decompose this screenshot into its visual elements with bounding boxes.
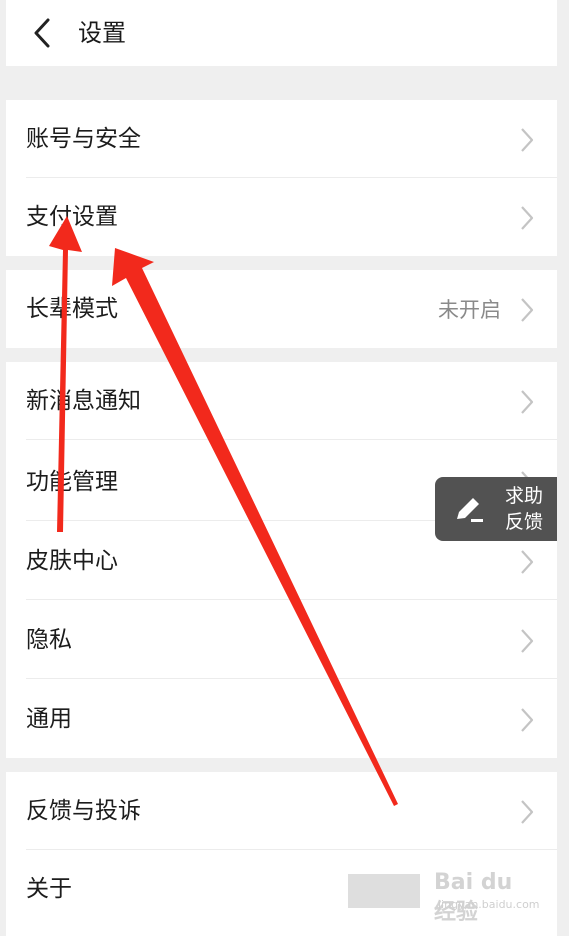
settings-item-label: 通用 [26, 706, 72, 732]
feedback-label: 反馈 [504, 511, 543, 533]
settings-item-label: 长辈模式 [26, 296, 118, 322]
settings-item-payment[interactable]: 支付设置 [6, 178, 557, 256]
settings-item-notifications[interactable]: 新消息通知 [6, 362, 557, 440]
chevron-right-icon [521, 298, 534, 322]
settings-item-value: 未开启 [438, 298, 501, 322]
settings-item-elder-mode[interactable]: 长辈模式 未开启 [6, 270, 557, 348]
help-label: 求助 [504, 485, 543, 507]
settings-item-privacy[interactable]: 隐私 [6, 601, 557, 679]
divider [26, 599, 557, 600]
chevron-right-icon [521, 206, 534, 230]
settings-group-account: 账号与安全 支付设置 [6, 100, 557, 256]
settings-item-label: 关于 [26, 876, 72, 902]
help-feedback-label: 求助 反馈 [499, 483, 549, 535]
settings-screen: 设置 账号与安全 支付设置 长辈模式 未开启 新消息通知 功能管理 皮肤中心 隐… [6, 0, 557, 936]
settings-item-label: 功能管理 [26, 469, 118, 495]
page-title: 设置 [78, 19, 126, 47]
settings-item-label: 反馈与投诉 [26, 798, 141, 824]
settings-item-label: 支付设置 [26, 204, 118, 230]
watermark-url: jingyan.baidu.com [438, 898, 540, 911]
settings-item-account-security[interactable]: 账号与安全 [6, 100, 557, 178]
help-feedback-button[interactable]: 求助 反馈 [435, 477, 557, 541]
chevron-right-icon [521, 550, 534, 574]
watermark: Bai du 经验 jingyan.baidu.com [348, 868, 540, 925]
divider [26, 439, 557, 440]
edit-pencil-icon [457, 498, 483, 522]
chevron-right-icon [521, 128, 534, 152]
blurred-region [348, 874, 420, 908]
chevron-left-icon[interactable] [28, 16, 58, 50]
settings-item-general[interactable]: 通用 [6, 680, 557, 758]
divider [26, 678, 557, 679]
settings-item-label: 新消息通知 [26, 388, 141, 414]
settings-group-elder: 长辈模式 未开启 [6, 270, 557, 348]
top-bar: 设置 [6, 0, 557, 66]
settings-item-label: 皮肤中心 [26, 548, 118, 574]
chevron-right-icon [521, 629, 534, 653]
chevron-right-icon [521, 390, 534, 414]
settings-item-label: 账号与安全 [26, 126, 141, 152]
chevron-right-icon [521, 800, 534, 824]
settings-item-label: 隐私 [26, 627, 72, 653]
chevron-right-icon [521, 708, 534, 732]
settings-item-feedback[interactable]: 反馈与投诉 [6, 772, 557, 850]
settings-group-general: 新消息通知 功能管理 皮肤中心 隐私 通用 [6, 362, 557, 758]
